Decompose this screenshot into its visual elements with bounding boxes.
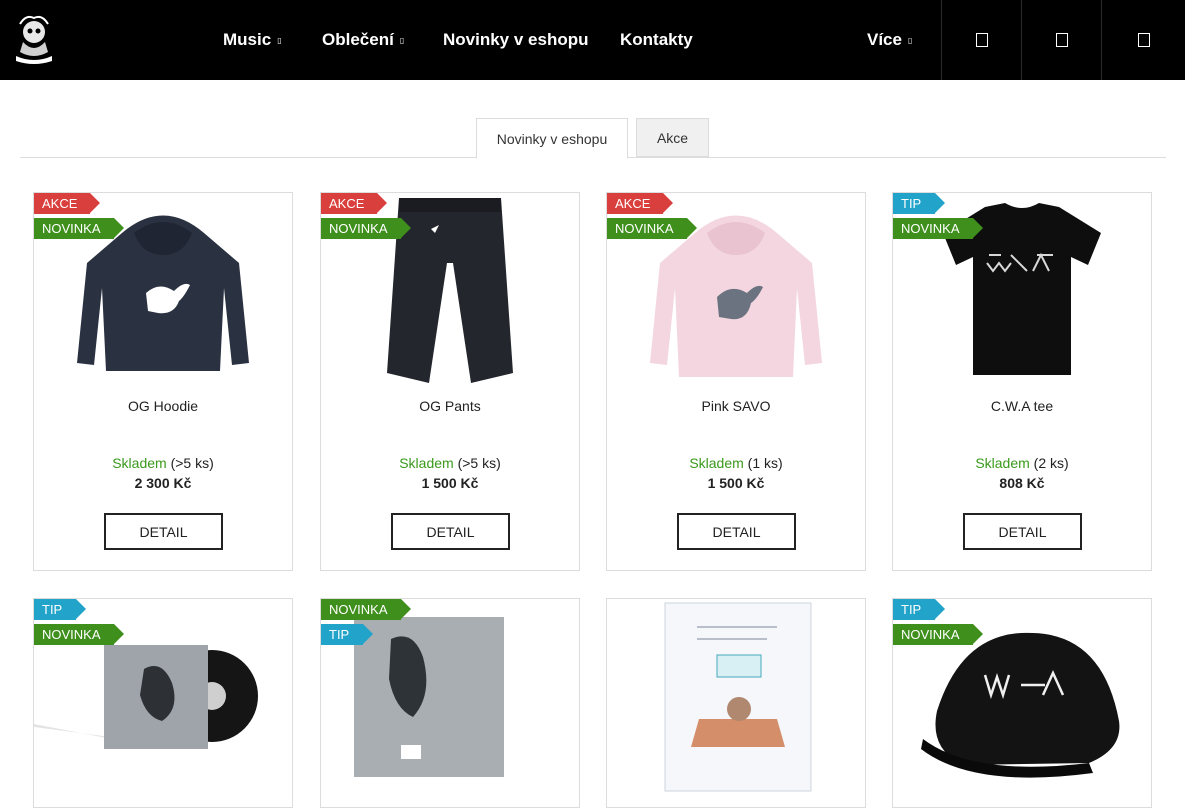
- nav-label: Novinky v eshopu: [443, 30, 589, 49]
- nav-label: Oblečení: [322, 30, 394, 49]
- nav-item-kontakty[interactable]: Kontakty: [620, 30, 693, 50]
- search-button[interactable]: [941, 0, 1021, 80]
- user-icon: [1055, 33, 1068, 47]
- nav-label: Více: [867, 30, 902, 49]
- flag-akce: AKCE: [607, 193, 673, 214]
- detail-button[interactable]: DETAIL: [677, 513, 796, 550]
- detail-button[interactable]: DETAIL: [391, 513, 510, 550]
- nav-item-vice[interactable]: Více ▯: [867, 30, 912, 50]
- nav-label: Music: [223, 30, 272, 49]
- tab-label: Novinky v eshopu: [496, 130, 608, 147]
- detail-button[interactable]: DETAIL: [963, 513, 1082, 550]
- stock-qty: (>5 ks): [170, 455, 214, 471]
- stock-status: Skladem (1 ks): [607, 455, 865, 471]
- product-card[interactable]: AKCE NOVINKA OG Hoodie Skladem (>5 ks) 2…: [33, 192, 293, 571]
- product-name[interactable]: OG Hoodie: [34, 398, 292, 414]
- product-price: 1 500 Kč: [421, 475, 479, 491]
- account-button[interactable]: [1021, 0, 1101, 80]
- flag-novinka: NOVINKA: [321, 218, 411, 239]
- stock-label: Skladem: [399, 455, 454, 471]
- stock-qty: (1 ks): [747, 455, 783, 471]
- product-price: 808 Kč: [999, 475, 1045, 491]
- stock-qty: (2 ks): [1033, 455, 1069, 471]
- nav-item-novinky[interactable]: Novinky v eshopu: [443, 30, 588, 50]
- cart-icon: [1137, 33, 1150, 47]
- product-card[interactable]: TIP NOVINKA: [892, 598, 1152, 808]
- tab-akce[interactable]: Akce: [636, 118, 709, 157]
- flag-novinka: NOVINKA: [321, 599, 411, 620]
- chevron-down-icon: ▯: [399, 36, 405, 46]
- stock-status: Skladem (>5 ks): [34, 455, 292, 471]
- tab-label: Akce: [656, 129, 689, 146]
- detail-button[interactable]: DETAIL: [104, 513, 223, 550]
- tab-novinky[interactable]: Novinky v eshopu: [476, 118, 628, 159]
- product-card[interactable]: TIP NOVINKA C.W.A tee Skladem (2 ks) 808…: [892, 192, 1152, 571]
- nav-label: Kontakty: [620, 30, 693, 49]
- flag-tip: TIP: [34, 599, 86, 620]
- product-name[interactable]: Pink SAVO: [607, 398, 865, 414]
- flag-tip: TIP: [893, 599, 945, 620]
- cart-button[interactable]: [1101, 0, 1185, 80]
- flag-novinka: NOVINKA: [607, 218, 697, 239]
- nav-item-music[interactable]: Music ▯: [223, 30, 282, 50]
- chevron-down-icon: ▯: [907, 36, 913, 46]
- nav-item-obleceni[interactable]: Oblečení ▯: [322, 30, 404, 50]
- product-price: 2 300 Kč: [134, 475, 192, 491]
- brand-logo[interactable]: [6, 12, 62, 68]
- product-image-tape-drawing[interactable]: [607, 599, 865, 794]
- flag-novinka: NOVINKA: [34, 624, 124, 645]
- stock-qty: (>5 ks): [457, 455, 501, 471]
- flag-novinka: NOVINKA: [893, 218, 983, 239]
- stock-label: Skladem: [975, 455, 1030, 471]
- chevron-down-icon: ▯: [277, 36, 282, 46]
- stock-label: Skladem: [689, 455, 744, 471]
- stock-status: Skladem (2 ks): [893, 455, 1151, 471]
- flag-akce: AKCE: [34, 193, 100, 214]
- stock-label: Skladem: [112, 455, 167, 471]
- flag-novinka: NOVINKA: [34, 218, 124, 239]
- product-card[interactable]: AKCE NOVINKA Pink SAVO Skladem (1 ks) 1 …: [606, 192, 866, 571]
- stock-status: Skladem (>5 ks): [321, 455, 579, 471]
- flag-novinka: NOVINKA: [893, 624, 983, 645]
- product-card[interactable]: AKCE NOVINKA OG Pants Skladem (>5 ks) 1 …: [320, 192, 580, 571]
- product-card[interactable]: NOVINKA TIP: [320, 598, 580, 808]
- site-header: Music ▯ Oblečení ▯ Novinky v eshopu Kontak…: [0, 0, 1185, 80]
- flag-tip: TIP: [321, 624, 373, 645]
- product-name[interactable]: OG Pants: [321, 398, 579, 414]
- flag-akce: AKCE: [321, 193, 387, 214]
- flag-tip: TIP: [893, 193, 945, 214]
- product-name[interactable]: C.W.A tee: [893, 398, 1151, 414]
- product-price: 1 500 Kč: [707, 475, 765, 491]
- product-card[interactable]: [606, 598, 866, 808]
- product-card[interactable]: TIP NOVINKA: [33, 598, 293, 808]
- search-icon: [975, 33, 988, 47]
